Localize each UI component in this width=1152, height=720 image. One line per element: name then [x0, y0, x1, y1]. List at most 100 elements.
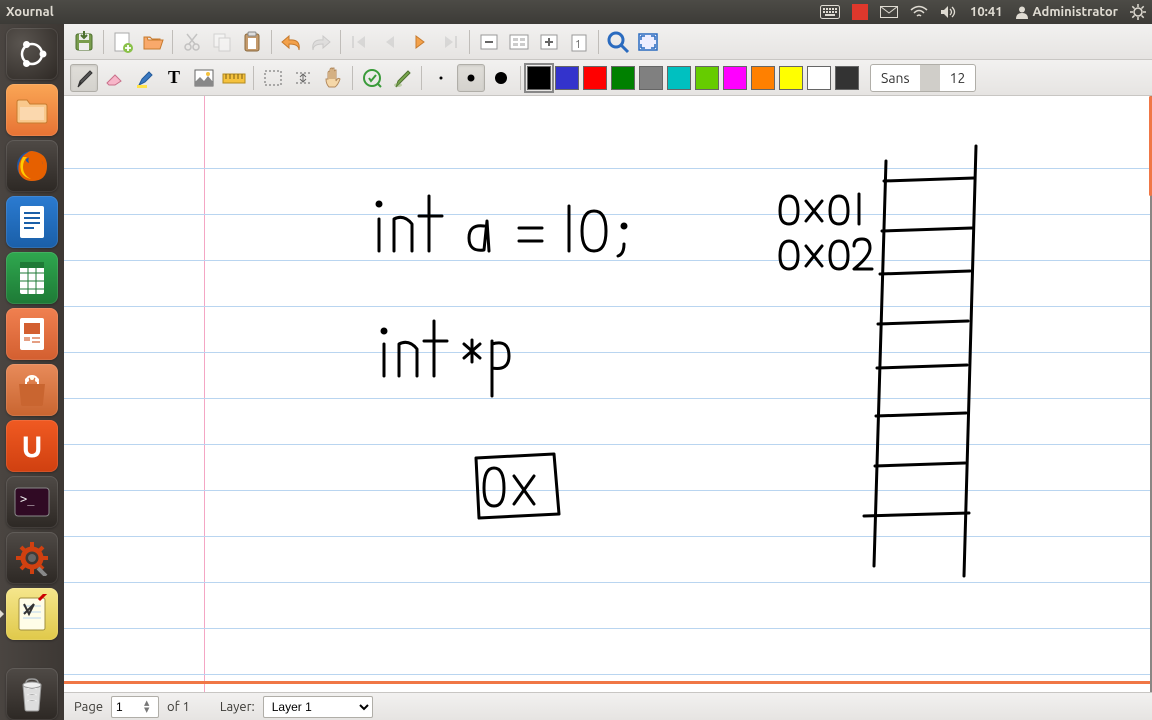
layer-select[interactable]: Layer 1	[263, 696, 373, 718]
fullscreen-button[interactable]	[634, 28, 662, 56]
prev-icon	[380, 34, 400, 50]
redo-icon	[309, 33, 333, 51]
ruler-icon	[222, 71, 246, 85]
clock[interactable]: 10:41	[964, 0, 1009, 24]
writer-icon	[15, 203, 49, 241]
select-rect-button[interactable]	[259, 64, 287, 92]
user-icon	[1015, 5, 1029, 19]
color-lime[interactable]	[695, 66, 719, 90]
network-indicator[interactable]	[904, 0, 934, 24]
session-menu[interactable]	[1124, 0, 1152, 24]
hand-tool-button[interactable]	[319, 64, 347, 92]
first-page-button[interactable]	[346, 28, 374, 56]
color-cyan[interactable]	[667, 66, 691, 90]
highlighter-icon	[134, 67, 154, 89]
layer-label: Layer:	[220, 700, 255, 714]
paste-button[interactable]	[238, 28, 266, 56]
page-input[interactable]	[116, 700, 140, 714]
save-button[interactable]	[70, 28, 98, 56]
find-button[interactable]	[604, 28, 632, 56]
highlighter-tool-button[interactable]	[130, 64, 158, 92]
envelope-icon	[880, 6, 898, 18]
color-gray[interactable]	[639, 66, 663, 90]
next-icon	[410, 34, 430, 50]
speaker-icon	[940, 5, 958, 19]
prev-page-button[interactable]	[376, 28, 404, 56]
color-magenta[interactable]	[723, 66, 747, 90]
color-white[interactable]	[807, 66, 831, 90]
page[interactable]	[64, 96, 1150, 692]
zoom-out-button[interactable]	[475, 28, 503, 56]
keyboard-indicator[interactable]	[814, 0, 846, 24]
redo-button[interactable]	[307, 28, 335, 56]
color-blue[interactable]	[555, 66, 579, 90]
thickness-thick-button[interactable]	[487, 64, 515, 92]
xournal-icon	[13, 594, 51, 634]
eraser-tool-button[interactable]	[100, 64, 128, 92]
launcher-dash[interactable]	[6, 28, 58, 80]
sound-indicator[interactable]	[934, 0, 964, 24]
image-tool-button[interactable]	[190, 64, 218, 92]
launcher-software-center[interactable]	[6, 364, 58, 416]
text-icon: T	[168, 67, 180, 88]
launcher-terminal[interactable]: >_	[6, 476, 58, 528]
first-icon	[350, 34, 370, 50]
mail-indicator[interactable]	[874, 0, 904, 24]
next-page-button[interactable]	[406, 28, 434, 56]
launcher-settings[interactable]	[6, 532, 58, 584]
terminal-icon: >_	[13, 486, 51, 518]
magnifier-icon	[606, 30, 630, 54]
shape-recognizer-button[interactable]	[358, 64, 386, 92]
page-width-button[interactable]	[505, 28, 533, 56]
pen-tool-button[interactable]	[70, 64, 98, 92]
launcher-ubuntu-one[interactable]: U	[6, 420, 58, 472]
recording-indicator[interactable]	[846, 0, 874, 24]
launcher-calc[interactable]	[6, 252, 58, 304]
color-yellow[interactable]	[779, 66, 803, 90]
color-darkgray[interactable]	[835, 66, 859, 90]
settings-gear-icon	[14, 540, 50, 576]
thickness-medium-button[interactable]	[457, 64, 485, 92]
zoom-in-button[interactable]	[535, 28, 563, 56]
unity-launcher: U >_	[0, 24, 64, 720]
eraser-icon	[103, 69, 125, 87]
color-black[interactable]	[527, 66, 551, 90]
select-region-button[interactable]	[289, 64, 317, 92]
shape-rec-icon	[361, 67, 383, 89]
open-button[interactable]	[139, 28, 167, 56]
thickness-fine-button[interactable]	[427, 64, 455, 92]
page-spinner[interactable]: ▲▼	[111, 696, 159, 718]
svg-text:1: 1	[575, 39, 581, 51]
canvas-area[interactable]	[64, 96, 1152, 692]
toolbar-tools: T Sans 12	[64, 60, 1152, 96]
launcher-xournal[interactable]	[6, 588, 58, 640]
undo-icon	[279, 33, 303, 51]
last-page-button[interactable]	[436, 28, 464, 56]
dot-medium-icon	[465, 72, 477, 84]
default-tool-button[interactable]	[388, 64, 416, 92]
font-selector[interactable]: Sans 12	[870, 64, 976, 92]
launcher-impress[interactable]	[6, 308, 58, 360]
normal-size-button[interactable]: 1	[565, 28, 593, 56]
launcher-firefox[interactable]	[6, 140, 58, 192]
color-green[interactable]	[611, 66, 635, 90]
launcher-trash[interactable]	[6, 668, 58, 720]
undo-button[interactable]	[277, 28, 305, 56]
image-icon	[194, 69, 214, 87]
ruler-tool-button[interactable]	[220, 64, 248, 92]
dot-small-icon	[437, 74, 445, 82]
text-tool-button[interactable]: T	[160, 64, 188, 92]
new-button[interactable]	[109, 28, 137, 56]
keyboard-icon	[820, 5, 840, 19]
launcher-writer[interactable]	[6, 196, 58, 248]
handwriting-layer	[64, 96, 1152, 692]
calc-icon	[15, 259, 49, 297]
user-menu[interactable]: Administrator	[1009, 0, 1124, 24]
launcher-files[interactable]	[6, 84, 58, 136]
spinner-arrows[interactable]: ▲▼	[144, 698, 156, 716]
color-red[interactable]	[583, 66, 607, 90]
color-orange[interactable]	[751, 66, 775, 90]
copy-button[interactable]	[208, 28, 236, 56]
font-size: 12	[940, 70, 976, 86]
cut-button[interactable]	[178, 28, 206, 56]
